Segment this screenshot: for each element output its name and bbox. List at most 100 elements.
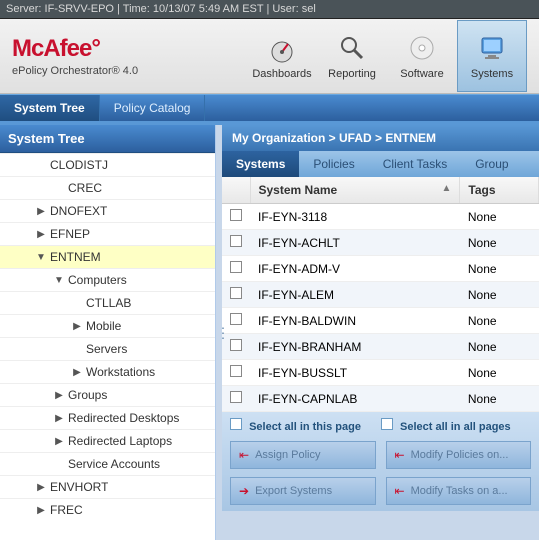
caret-icon: ▶	[36, 229, 46, 240]
row-checkbox[interactable]	[230, 209, 242, 221]
cell-tags: None	[460, 282, 539, 308]
tree-label: Mobile	[86, 319, 121, 333]
table-row[interactable]: IF-EYN-ACHLTNone	[222, 230, 539, 256]
systems-icon	[476, 32, 508, 64]
caret-icon: ▶	[54, 436, 64, 447]
tree-item-ctllab[interactable]: CTLLAB	[0, 291, 215, 314]
modify-policies-button[interactable]: ⇤Modify Policies on...	[386, 441, 532, 469]
tree-item-redirected-desktops[interactable]: ▶ Redirected Desktops	[0, 406, 215, 429]
nav-label: Software	[400, 68, 443, 80]
tree-item-service-accounts[interactable]: Service Accounts	[0, 452, 215, 475]
caret-icon: ▶	[36, 505, 46, 516]
tree-label: CTLLAB	[86, 296, 131, 310]
table-row[interactable]: IF-EYN-CAPNLABNone	[222, 386, 539, 412]
cell-tags: None	[460, 386, 539, 412]
caret-icon: ▶	[72, 321, 82, 332]
modify-tasks-button[interactable]: ⇤Modify Tasks on a...	[386, 477, 532, 505]
col-tags[interactable]: Tags	[460, 177, 539, 204]
cell-system-name: IF-EYN-ADM-V	[250, 256, 460, 282]
tab-policy-catalog[interactable]: Policy Catalog	[100, 95, 206, 121]
arrow-left-box-icon: ⇤	[395, 448, 405, 462]
sub-tabs: SystemsPoliciesClient TasksGroup	[222, 151, 539, 177]
tree-item-workstations[interactable]: ▶Workstations	[0, 360, 215, 383]
row-checkbox[interactable]	[230, 235, 242, 247]
caret-icon: ▶	[36, 482, 46, 493]
nav-reporting[interactable]: Reporting	[317, 20, 387, 92]
tree-label: Computers	[68, 273, 127, 287]
tree-label: EFNEP	[50, 227, 90, 241]
col-system-name[interactable]: System Name▲	[250, 177, 460, 204]
arrow-right-icon: ➔	[239, 484, 249, 498]
tree-label: DNOFEXT	[50, 204, 107, 218]
tree-item-groups[interactable]: ▶Groups	[0, 383, 215, 406]
tree-label: ENVHORT	[50, 480, 108, 494]
caret-icon: ▼	[36, 252, 46, 263]
cell-system-name: IF-EYN-3118	[250, 204, 460, 230]
tree-label: Redirected Desktops	[68, 411, 179, 425]
cell-system-name: IF-EYN-BALDWIN	[250, 308, 460, 334]
tree-item-clodistj[interactable]: CLODISTJ	[0, 153, 215, 176]
tree-item-servers[interactable]: Servers	[0, 337, 215, 360]
tree-label: ENTNEM	[50, 250, 101, 264]
tab-system-tree[interactable]: System Tree	[0, 95, 100, 121]
caret-icon: ▶	[36, 206, 46, 217]
row-checkbox[interactable]	[230, 287, 242, 299]
subtab-client-tasks[interactable]: Client Tasks	[369, 151, 461, 177]
arrow-left-box-icon: ⇤	[395, 484, 405, 498]
brand-name: McAfee°	[12, 35, 138, 63]
row-checkbox[interactable]	[230, 391, 242, 403]
row-checkbox[interactable]	[230, 313, 242, 325]
software-icon	[406, 32, 438, 64]
checkbox-icon	[230, 418, 242, 430]
tree-item-crec[interactable]: CREC	[0, 176, 215, 199]
caret-icon: ▶	[54, 413, 64, 424]
tree-item-redirected-laptops[interactable]: ▶ Redirected Laptops	[0, 429, 215, 452]
table-row[interactable]: IF-EYN-BRANHAMNone	[222, 334, 539, 360]
subtab-group[interactable]: Group	[461, 151, 522, 177]
nav-label: Systems	[471, 68, 513, 80]
tree-label: CLODISTJ	[50, 158, 108, 172]
row-checkbox[interactable]	[230, 339, 242, 351]
table-row[interactable]: IF-EYN-3118None	[222, 204, 539, 230]
tree-item-frec[interactable]: ▶FREC	[0, 498, 215, 521]
row-checkbox[interactable]	[230, 365, 242, 377]
nav-label: Dashboards	[252, 68, 311, 80]
table-row[interactable]: IF-EYN-ADM-VNone	[222, 256, 539, 282]
subtab-systems[interactable]: Systems	[222, 151, 299, 177]
select-all-page[interactable]: Select all in this page	[230, 418, 361, 433]
row-checkbox[interactable]	[230, 261, 242, 273]
table-row[interactable]: IF-EYN-BUSSLTNone	[222, 360, 539, 386]
top-tabs: System TreePolicy Catalog	[0, 94, 539, 121]
action-bar: Select all in this page Select all in al…	[222, 412, 539, 511]
caret-icon: ▼	[54, 275, 64, 286]
cell-system-name: IF-EYN-BUSSLT	[250, 360, 460, 386]
tree-item-entnem[interactable]: ▼ ENTNEM	[0, 245, 215, 268]
systems-table: System Name▲ Tags IF-EYN-3118NoneIF-EYN-…	[222, 177, 539, 412]
table-row[interactable]: IF-EYN-BALDWINNone	[222, 308, 539, 334]
assign-policy-button[interactable]: ⇤Assign Policy	[230, 441, 376, 469]
nav-systems[interactable]: Systems	[457, 20, 527, 92]
nav-dashboards[interactable]: Dashboards	[247, 20, 317, 92]
export-systems-button[interactable]: ➔Export Systems	[230, 477, 376, 505]
nav-software[interactable]: Software	[387, 20, 457, 92]
cell-system-name: IF-EYN-CAPNLAB	[250, 386, 460, 412]
cell-system-name: IF-EYN-ALEM	[250, 282, 460, 308]
server-status-bar: Server: IF-SRVV-EPO | Time: 10/13/07 5:4…	[0, 0, 539, 19]
tree-label: Service Accounts	[68, 457, 160, 471]
subtab-policies[interactable]: Policies	[299, 151, 368, 177]
tree-label: Redirected Laptops	[68, 434, 172, 448]
tree-item-efnep[interactable]: ▶ EFNEP	[0, 222, 215, 245]
select-all-all[interactable]: Select all in all pages	[381, 418, 511, 433]
cell-tags: None	[460, 308, 539, 334]
cell-system-name: IF-EYN-BRANHAM	[250, 334, 460, 360]
sidebar: System Tree CLODISTJCREC▶DNOFEXT▶EFNEP▼E…	[0, 125, 216, 540]
table-row[interactable]: IF-EYN-ALEMNone	[222, 282, 539, 308]
tree-item-envhort[interactable]: ▶ ENVHORT	[0, 475, 215, 498]
tree-item-computers[interactable]: ▼ Computers	[0, 268, 215, 291]
splitter-handle[interactable]	[216, 125, 222, 540]
tree-label: CREC	[68, 181, 102, 195]
header: McAfee° ePolicy Orchestrator® 4.0 Dashbo…	[0, 19, 539, 94]
dashboards-icon	[266, 32, 298, 64]
tree-item-dnofext[interactable]: ▶ DNOFEXT	[0, 199, 215, 222]
tree-item-mobile[interactable]: ▶ Mobile	[0, 314, 215, 337]
